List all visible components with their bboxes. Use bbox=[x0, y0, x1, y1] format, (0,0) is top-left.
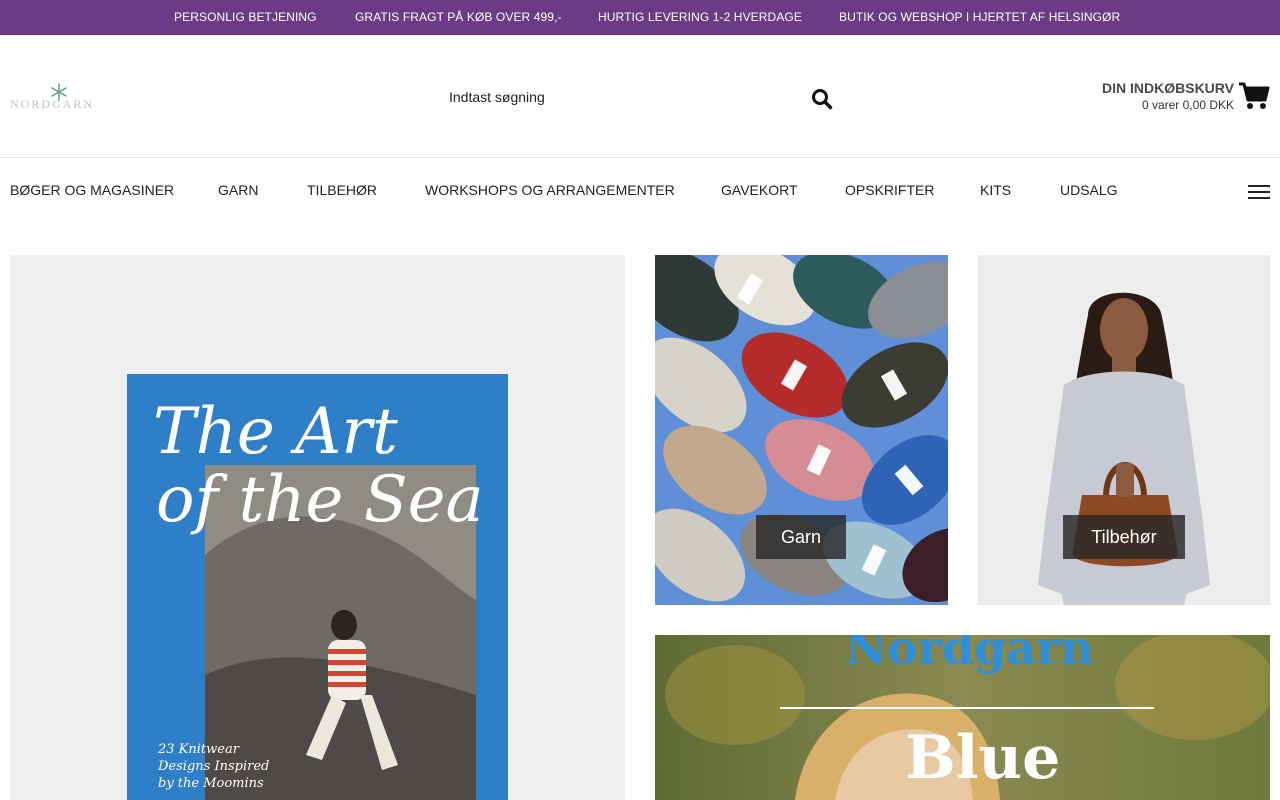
shopping-cart-icon[interactable] bbox=[1238, 81, 1270, 111]
nav-item-accessories[interactable]: TILBEHØR bbox=[307, 182, 377, 198]
search-icon[interactable] bbox=[810, 87, 834, 111]
book-cover-subtitle-line1: 23 Knitwear bbox=[158, 742, 239, 757]
category-label-tilbehor: Tilbehør bbox=[1063, 515, 1185, 559]
featured-book-tile[interactable]: The Art of the Sea 23 Knitwear Designs I… bbox=[10, 255, 625, 800]
category-tile-garn[interactable]: Garn bbox=[655, 255, 948, 605]
main-navigation: BØGER OG MAGASINER GARN TILBEHØR WORKSHO… bbox=[0, 158, 1280, 222]
category-tile-tilbehor[interactable]: Tilbehør bbox=[978, 255, 1270, 605]
nav-item-workshops[interactable]: WORKSHOPS OG ARRANGEMENTER bbox=[425, 182, 675, 198]
logo-wordmark: NORDGARN bbox=[10, 97, 95, 111]
site-header: NORDGARN DIN INDKØBSKURV 0 varer 0,00 DK… bbox=[0, 35, 1280, 158]
nav-item-kits[interactable]: KITS bbox=[980, 182, 1011, 198]
cart-summary: 0 varer 0,00 DKK bbox=[1141, 98, 1234, 112]
announcement-bar: PERSONLIG BETJENING GRATIS FRAGT PÅ KØB … bbox=[0, 0, 1280, 35]
cart-title: DIN INDKØBSKURV bbox=[1102, 80, 1234, 96]
nav-item-patterns[interactable]: OPSKRIFTER bbox=[845, 182, 934, 198]
category-label-garn: Garn bbox=[756, 515, 846, 559]
nav-item-books-magazines[interactable]: BØGER OG MAGASINER bbox=[10, 182, 174, 198]
announcement-personal-service: PERSONLIG BETJENING bbox=[174, 10, 317, 24]
nordgarn-logo[interactable]: NORDGARN bbox=[10, 83, 110, 113]
nav-item-sale[interactable]: UDSALG bbox=[1060, 182, 1118, 198]
search-input[interactable] bbox=[438, 75, 842, 119]
nav-item-gift-cards[interactable]: GAVEKORT bbox=[721, 182, 798, 198]
featured-blue-tile[interactable]: Nordgarn Blue bbox=[655, 635, 1270, 800]
book-cover-subtitle-line3: by the Moomins bbox=[158, 776, 264, 791]
book-cover-subtitle-line2: Designs Inspired bbox=[158, 759, 270, 774]
announcement-fast-delivery: HURTIG LEVERING 1-2 HVERDAGE bbox=[598, 10, 802, 24]
blue-magazine-brand: Nordgarn bbox=[845, 635, 1094, 675]
search-bar bbox=[438, 75, 842, 119]
hamburger-menu-icon[interactable] bbox=[1248, 182, 1270, 200]
blue-magazine-title: Blue bbox=[905, 723, 1061, 793]
book-cover-title-line2: of the Sea bbox=[156, 463, 484, 537]
announcement-free-shipping: GRATIS FRAGT PÅ KØB OVER 499,- bbox=[355, 10, 562, 24]
book-cover-title-line1: The Art bbox=[153, 395, 398, 469]
mini-cart[interactable]: DIN INDKØBSKURV 0 varer 0,00 DKK bbox=[1090, 77, 1270, 117]
announcement-store-location: BUTIK OG WEBSHOP I HJERTET AF HELSINGØR bbox=[839, 10, 1121, 24]
nav-item-yarn[interactable]: GARN bbox=[218, 182, 258, 198]
